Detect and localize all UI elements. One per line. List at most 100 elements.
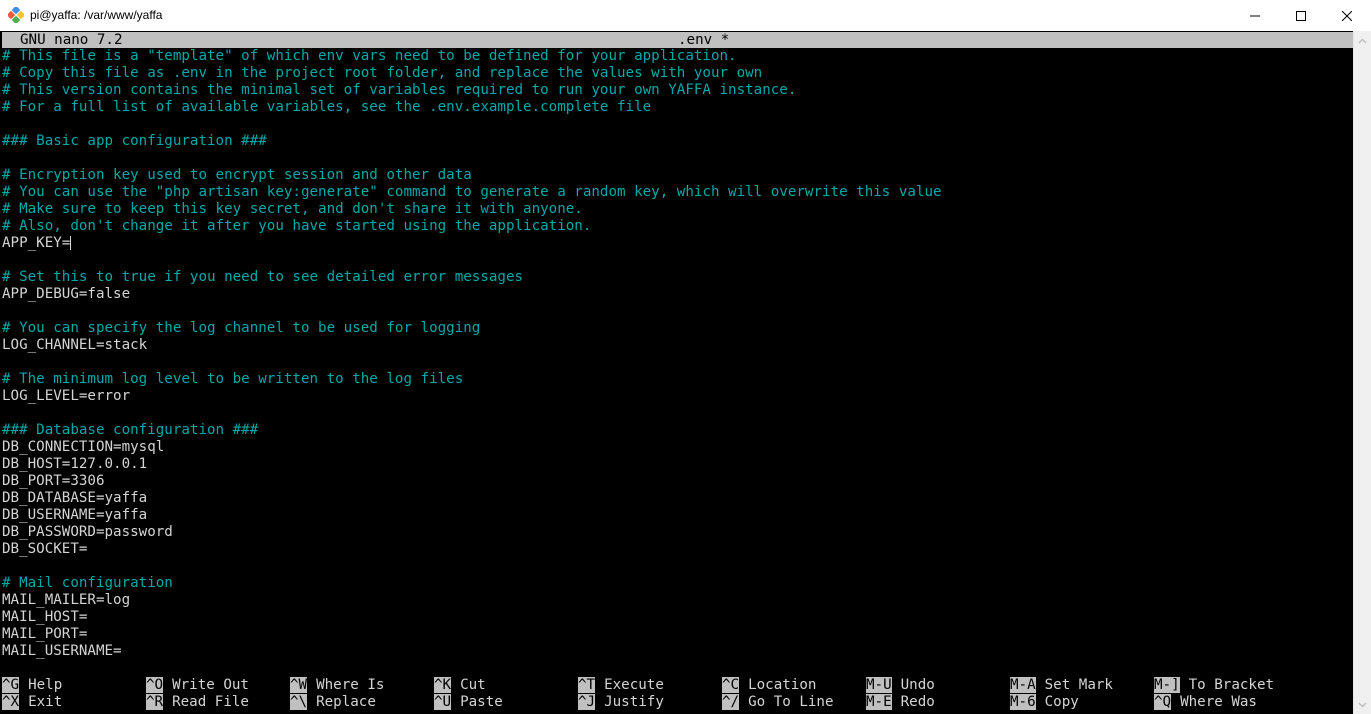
line-text: LOG_CHANNEL=stack [2,337,148,353]
shortcut-replace[interactable]: ^\ Replace [290,694,376,711]
maximize-icon [1296,10,1306,21]
line-text: DB_PORT=3306 [2,473,105,489]
line-text: DB_HOST=127.0.0.1 [2,456,148,472]
shortcut-key: ^G [2,677,20,693]
shortcut-label: Justify [604,694,664,710]
config-line: DB_PORT=3306 [2,473,1353,490]
line-text: APP_KEY= [2,235,71,251]
terminal[interactable]: GNU nano 7.2 .env * # This file is a "te… [0,31,1353,714]
shortcut-label: To Bracket [1188,677,1275,693]
shortcut-label: Write Out [172,677,249,693]
line-text: # Set this to true if you need to see de… [2,269,524,285]
comment-line: # Mail configuration [2,575,1353,592]
config-line: DB_HOST=127.0.0.1 [2,456,1353,473]
shortcut-label: Where Is [316,677,385,693]
minimize-icon [1250,15,1260,16]
shortcut-copy[interactable]: M-6 Copy [1010,694,1079,711]
shortcut-label: Execute [604,677,664,693]
putty-icon [6,5,26,25]
shortcut-paste[interactable]: ^U Paste [434,694,503,711]
shortcut-execute[interactable]: ^T Execute [578,677,664,694]
close-button[interactable] [1324,0,1370,31]
shortcut-exit[interactable]: ^X Exit [2,694,62,711]
line-text: ### Database configuration ### [2,422,259,438]
line-text: MAIL_USERNAME= [2,643,122,659]
config-line: LOG_LEVEL=error [2,388,1353,405]
window-titlebar: pi@yaffa: /var/www/yaffa [0,0,1371,32]
shortcut-key: ^X [2,694,20,710]
shortcut-label: Paste [460,694,503,710]
line-text: # Copy this file as .env in the project … [2,65,763,81]
window-title: pi@yaffa: /var/www/yaffa [30,8,163,22]
shortcut-key: ^T [578,677,596,693]
line-text: DB_CONNECTION=mysql [2,439,165,455]
shortcut-write-out[interactable]: ^O Write Out [146,677,249,694]
comment-line: # Encryption key used to encrypt session… [2,167,1353,184]
line-text: APP_DEBUG=false [2,286,131,302]
config-line: DB_DATABASE=yaffa [2,490,1353,507]
shortcut-label: Where Was [1180,694,1257,710]
config-line: LOG_CHANNEL=stack [2,337,1353,354]
shortcut-set-mark[interactable]: M-A Set Mark [1010,677,1113,694]
line-text: # Also, don't change it after you have s… [2,218,592,234]
shortcut-label: Redo [900,694,935,710]
shortcut-key: ^C [722,677,740,693]
comment-line: ### Basic app configuration ### [2,133,1353,150]
shortcut-key: M-E [866,694,892,710]
line-text: # This file is a "template" of which env… [2,48,737,64]
shortcut-redo[interactable]: M-E Redo [866,694,935,711]
comment-line: # This version contains the minimal set … [2,82,1353,99]
config-line: DB_PASSWORD=password [2,524,1353,541]
scroll-up-icon[interactable] [1357,35,1368,46]
editor-text-area[interactable]: # This file is a "template" of which env… [2,48,1353,660]
line-text: # You can specify the log channel to be … [2,320,481,336]
shortcut-undo[interactable]: M-U Undo [866,677,935,694]
vertical-scrollbar[interactable] [1353,31,1371,714]
minimize-button[interactable] [1232,0,1278,31]
line-text: # For a full list of available variables… [2,99,652,115]
shortcut-key: ^O [146,677,164,693]
shortcut-label: Exit [28,694,63,710]
comment-line: ### Database configuration ### [2,422,1353,439]
line-text: ### Basic app configuration ### [2,133,267,149]
shortcut-key: ^J [578,694,596,710]
shortcut-label: Replace [316,694,376,710]
line-text: # You can use the "php artisan key:gener… [2,184,942,200]
shortcut-help[interactable]: ^G Help [2,677,62,694]
shortcut-to-bracket[interactable]: M-] To Bracket [1154,677,1274,694]
maximize-button[interactable] [1278,0,1324,31]
comment-line: # Also, don't change it after you have s… [2,218,1353,235]
comment-line: # The minimum log level to be written to… [2,371,1353,388]
shortcut-where-was[interactable]: ^Q Where Was [1154,694,1257,711]
line-text: DB_PASSWORD=password [2,524,173,540]
shortcut-read-file[interactable]: ^R Read File [146,694,249,711]
shortcut-where-is[interactable]: ^W Where Is [290,677,384,694]
config-line: MAIL_MAILER=log [2,592,1353,609]
shortcut-go-to-line[interactable]: ^/ Go To Line [722,694,834,711]
scroll-down-icon[interactable] [1357,699,1368,710]
line-text: DB_USERNAME=yaffa [2,507,148,523]
line-text: # Mail configuration [2,575,173,591]
comment-line: # Copy this file as .env in the project … [2,65,1353,82]
config-line: DB_USERNAME=yaffa [2,507,1353,524]
shortcut-justify[interactable]: ^J Justify [578,694,664,711]
config-line: MAIL_PORT= [2,626,1353,643]
file-name: .env * [678,32,730,48]
comment-line: # Set this to true if you need to see de… [2,269,1353,286]
shortcut-location[interactable]: ^C Location [722,677,816,694]
nano-version: GNU nano 7.2 [20,32,123,48]
shortcut-key: ^U [434,694,452,710]
shortcut-label: Copy [1044,694,1079,710]
shortcut-bar: ^G Help ^X Exit ^O Write Out ^R Read File ^W Wher… [2,677,1353,711]
config-line: APP_DEBUG=false [2,286,1353,303]
close-icon [1342,10,1352,21]
line-text: LOG_LEVEL=error [2,388,131,404]
shortcut-cut[interactable]: ^K Cut [434,677,486,694]
comment-line: # You can specify the log channel to be … [2,320,1353,337]
shortcut-key: ^R [146,694,164,710]
shortcut-key: M-A [1010,677,1036,693]
